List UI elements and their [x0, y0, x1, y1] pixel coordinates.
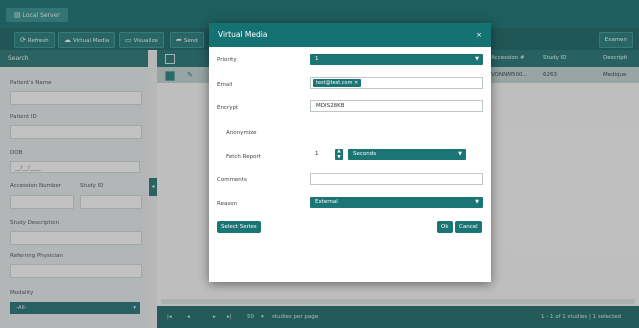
priority-value: 1 — [315, 56, 319, 62]
email-label: Email — [217, 82, 233, 88]
email-chip: test@test.com ✕ — [313, 79, 362, 87]
dialog-header: Virtual Media × — [209, 23, 491, 47]
encrypt-input[interactable]: MDIS28KB — [310, 100, 483, 112]
fetch-report-label: Fetch Report — [226, 154, 261, 160]
chevron-up-icon[interactable]: ▲ — [337, 149, 340, 154]
fetch-report-value[interactable]: 1 — [315, 151, 319, 157]
dialog-title: Virtual Media — [218, 30, 268, 39]
chevron-down-icon[interactable]: ▼ — [337, 155, 340, 160]
chevron-down-icon: ▼ — [475, 199, 479, 205]
reason-label: Reason — [217, 201, 238, 207]
email-chip-text: test@test.com — [316, 80, 353, 86]
select-series-button[interactable]: Select Series — [217, 221, 261, 233]
ok-button[interactable]: Ok — [437, 221, 453, 233]
priority-select[interactable]: 1 ▼ — [310, 54, 483, 65]
email-field[interactable]: test@test.com ✕ — [310, 77, 483, 89]
fetch-report-stepper[interactable]: ▲ ▼ — [335, 149, 343, 160]
fetch-unit-select[interactable]: Seconds ▼ — [348, 149, 466, 160]
anonymize-label: Anonymize — [226, 130, 257, 136]
reason-select[interactable]: External ▼ — [310, 197, 483, 208]
comments-label: Comments — [217, 177, 247, 183]
encrypt-label: Encrypt — [217, 105, 239, 111]
reason-value: External — [315, 199, 338, 205]
cancel-button[interactable]: Cancel — [455, 221, 482, 233]
chevron-down-icon: ▼ — [475, 56, 479, 62]
fetch-unit-value: Seconds — [353, 151, 377, 157]
close-icon[interactable]: × — [476, 23, 482, 47]
chevron-down-icon: ▼ — [458, 151, 462, 157]
virtual-media-dialog: Virtual Media × Priority 1 ▼ Email test@t… — [209, 23, 491, 282]
remove-chip-icon[interactable]: ✕ — [354, 80, 358, 86]
priority-label: Priority — [217, 57, 237, 63]
comments-input[interactable] — [310, 173, 483, 185]
